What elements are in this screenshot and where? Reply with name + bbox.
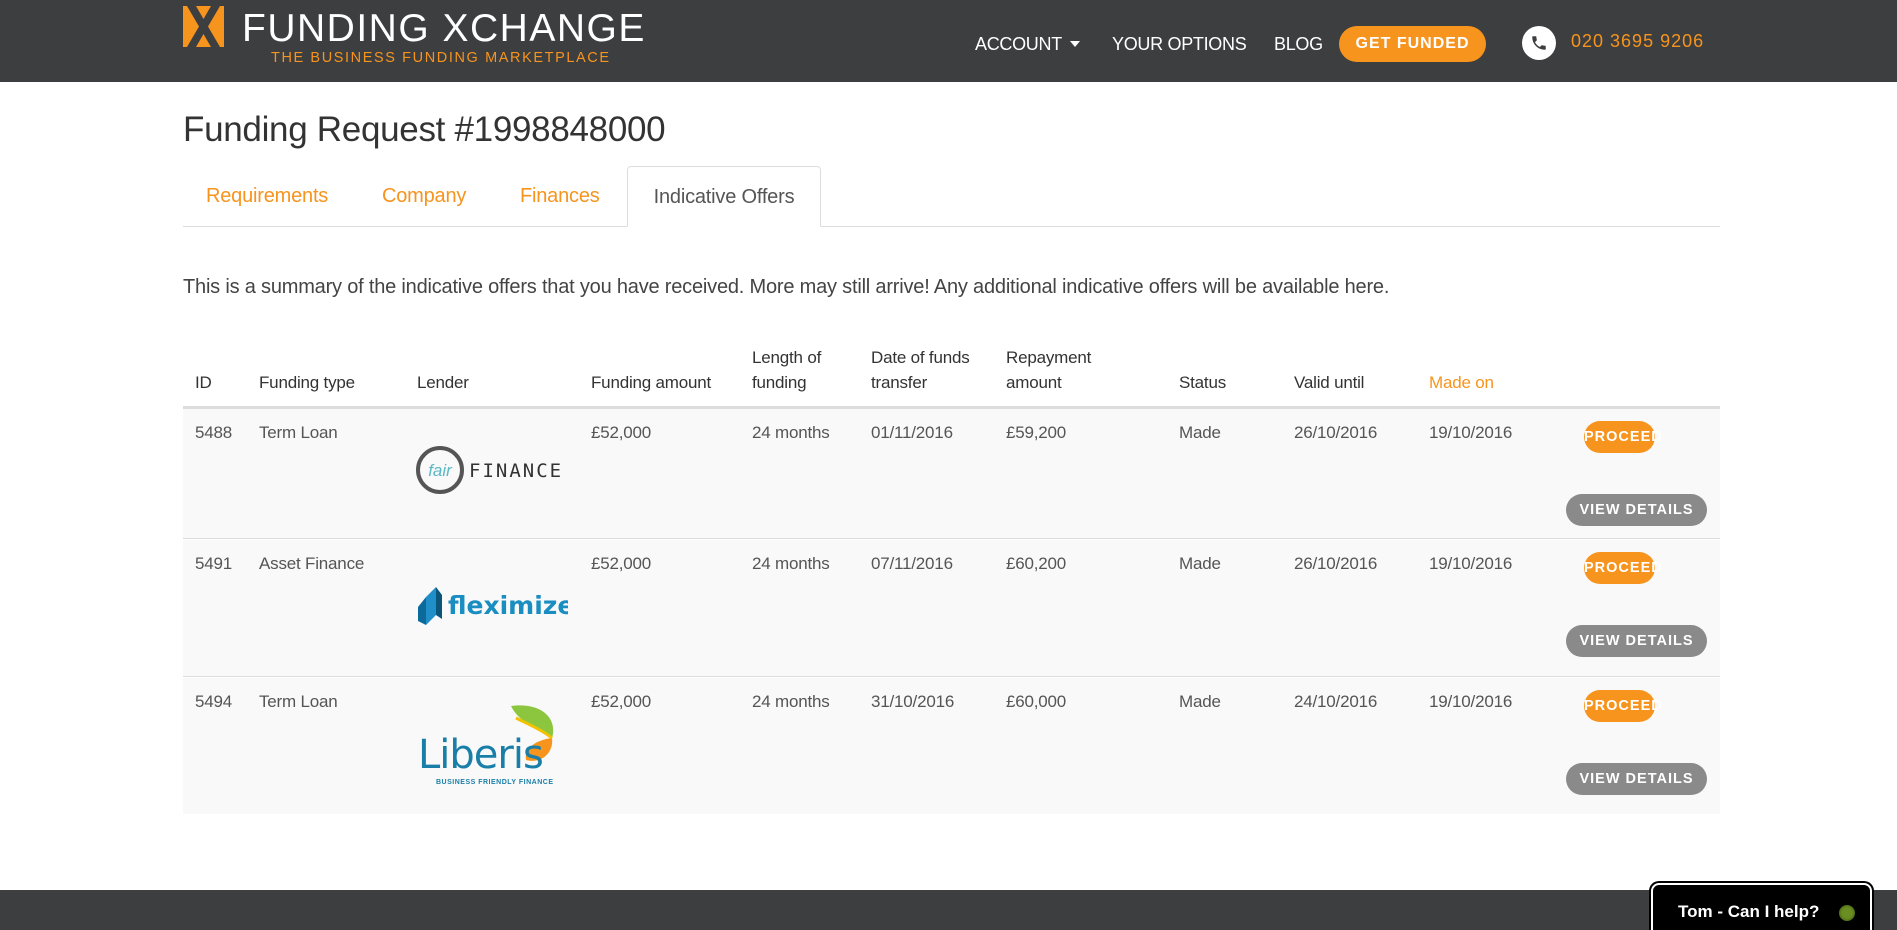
cell-funding-amount: £52,000 [591,423,652,442]
header-valid-until: Valid until [1294,373,1365,392]
cell-repayment: £60,200 [1006,554,1067,573]
header-date-line1: Date of funds [871,348,970,367]
cell-made-on: 19/10/2016 [1429,554,1513,573]
cell-status: Made [1179,554,1221,573]
cell-id: 5491 [195,554,233,573]
cell-repayment: £59,200 [1006,423,1067,442]
cell-funding-type: Asset Finance [259,554,365,573]
get-funded-button[interactable]: GET FUNDED [1339,26,1486,62]
logo-title: FUNDING XCHANGE [242,7,646,50]
request-tabs: Requirements Company Finances Indicative… [183,166,1720,227]
header-made-on-sort[interactable]: Made on [1429,370,1494,395]
cell-length: 24 months [752,423,830,442]
caret-down-icon [1069,41,1080,47]
tab-requirements[interactable]: Requirements [206,166,328,227]
online-status-icon [1839,905,1855,921]
cell-valid-until: 26/10/2016 [1294,423,1378,442]
lender-logo-liberis: Liberis BUSINESS FRIENDLY FINANCE [418,705,554,786]
nav-your-options[interactable]: YOUR OPTIONS [1112,34,1247,55]
table-row: 5488 Term Loan fair FINANCE £52,000 24 m… [183,409,1720,539]
tab-finances[interactable]: Finances [520,166,600,227]
proceed-button[interactable]: PROCEED [1584,552,1662,584]
phone-icon [1522,26,1556,60]
finance-logo-word: FINANCE [469,460,563,482]
page-title: Funding Request #1998848000 [183,110,666,149]
nav-account-label: ACCOUNT [975,34,1062,54]
header-lender: Lender [417,373,469,392]
lender-logo-fair-finance: fair FINANCE [416,446,563,494]
live-chat-widget[interactable]: Tom - Can I help? [1651,883,1872,930]
cell-valid-until: 26/10/2016 [1294,554,1378,573]
nav-account-dropdown[interactable]: ACCOUNT [975,34,1080,55]
nav-blog[interactable]: BLOG [1274,34,1323,55]
cell-status: Made [1179,692,1221,711]
header-funding-amount: Funding amount [591,373,712,392]
phone-number-link[interactable]: 020 3695 9206 [1571,31,1704,52]
cell-funding-amount: £52,000 [591,692,652,711]
cell-id: 5488 [195,423,233,442]
logo-tagline: THE BUSINESS FUNDING MARKETPLACE [271,50,611,66]
proceed-button[interactable]: PROCEED [1584,690,1662,722]
cell-id: 5494 [195,692,233,711]
cell-repayment: £60,000 [1006,692,1067,711]
header-date-line2: transfer [871,373,928,392]
cell-status: Made [1179,423,1221,442]
top-navbar: FUNDING XCHANGE THE BUSINESS FUNDING MAR… [0,0,1897,82]
header-funding-type: Funding type [259,373,355,392]
page-footer [0,890,1897,930]
liberis-logo-word: Liberis [418,732,543,778]
proceed-button[interactable]: PROCEED [1584,421,1662,453]
cell-funding-type: Term Loan [259,692,338,711]
cell-valid-until: 24/10/2016 [1294,692,1378,711]
cell-funding-type: Term Loan [259,423,338,442]
tab-company[interactable]: Company [382,166,466,227]
cell-transfer-date: 07/11/2016 [871,554,953,573]
header-id: ID [195,373,212,392]
fleximize-logo-word: fleximize [448,591,568,620]
liberis-logo-tagline: BUSINESS FRIENDLY FINANCE [436,779,554,786]
table-row: 5491 Asset Finance fleximize £52,000 24 … [183,540,1720,677]
header-status: Status [1179,373,1226,392]
table-row: 5494 Term Loan Liberis BUSINESS FRIENDLY… [183,678,1720,814]
header-length-line2: funding [752,373,807,392]
cell-made-on: 19/10/2016 [1429,692,1513,711]
cell-transfer-date: 31/10/2016 [871,692,955,711]
view-details-button[interactable]: VIEW DETAILS [1566,625,1707,657]
header-length-line1: Length of [752,348,822,367]
cell-transfer-date: 01/11/2016 [871,423,953,442]
header-repayment-line2: amount [1006,373,1062,392]
tab-indicative-offers[interactable]: Indicative Offers [627,166,821,227]
offers-summary-text: This is a summary of the indicative offe… [183,276,1390,298]
lender-logo-fleximize: fleximize [418,587,568,625]
view-details-button[interactable]: VIEW DETAILS [1566,494,1707,526]
cell-funding-amount: £52,000 [591,554,652,573]
logo-x-icon [183,6,224,47]
cell-length: 24 months [752,554,830,573]
header-repayment-line1: Repayment [1006,348,1092,367]
cell-length: 24 months [752,692,830,711]
view-details-button[interactable]: VIEW DETAILS [1566,763,1707,795]
chat-label: Tom - Can I help? [1678,902,1820,921]
fair-logo-word: fair [428,461,453,480]
cell-made-on: 19/10/2016 [1429,423,1513,442]
